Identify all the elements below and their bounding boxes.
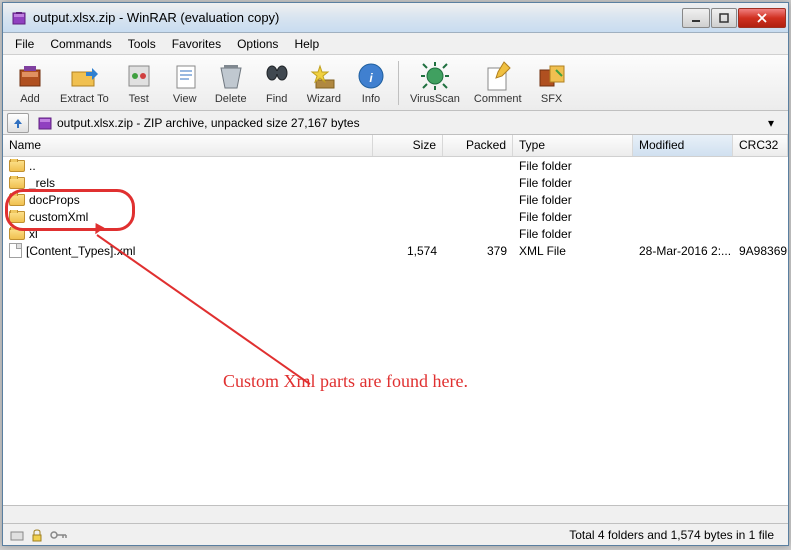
comment-button[interactable]: Comment	[467, 57, 529, 109]
find-button[interactable]: Find	[254, 57, 300, 109]
extract-button[interactable]: Extract To	[53, 57, 116, 109]
file-list[interactable]: Name Size Packed Type Modified CRC32 .. …	[3, 135, 788, 505]
list-item[interactable]: xl File folder	[3, 225, 788, 242]
list-item[interactable]: customXml File folder	[3, 208, 788, 225]
menu-tools[interactable]: Tools	[120, 35, 164, 53]
statusbar: Total 4 folders and 1,574 bytes in 1 fil…	[3, 523, 788, 545]
menu-options[interactable]: Options	[229, 35, 286, 53]
app-icon	[11, 10, 27, 26]
delete-button[interactable]: Delete	[208, 57, 254, 109]
comment-label: Comment	[474, 93, 522, 105]
find-icon	[261, 60, 293, 92]
folder-icon	[9, 228, 25, 240]
comment-icon	[482, 60, 514, 92]
folder-icon	[9, 177, 25, 189]
folder-icon	[9, 160, 25, 172]
folder-icon	[9, 211, 25, 223]
info-icon: i	[355, 60, 387, 92]
list-item[interactable]: _rels File folder	[3, 174, 788, 191]
close-button[interactable]	[738, 8, 786, 28]
minimize-button[interactable]	[682, 8, 710, 28]
list-item[interactable]: .. File folder	[3, 157, 788, 174]
annotation-text: Custom Xml parts are found here.	[223, 371, 468, 392]
extract-icon	[68, 60, 100, 92]
info-button[interactable]: i Info	[348, 57, 394, 109]
add-label: Add	[20, 93, 40, 105]
folder-icon	[9, 194, 25, 206]
titlebar[interactable]: output.xlsx.zip - WinRAR (evaluation cop…	[3, 3, 788, 33]
view-label: View	[173, 93, 197, 105]
pathbar: output.xlsx.zip - ZIP archive, unpacked …	[3, 111, 788, 135]
wizard-icon	[308, 60, 340, 92]
delete-label: Delete	[215, 93, 247, 105]
view-icon	[169, 60, 201, 92]
path-display[interactable]: output.xlsx.zip - ZIP archive, unpacked …	[33, 115, 764, 131]
menubar: File Commands Tools Favorites Options He…	[3, 33, 788, 55]
list-item[interactable]: docProps File folder	[3, 191, 788, 208]
window-controls	[681, 8, 786, 28]
menu-commands[interactable]: Commands	[42, 35, 119, 53]
info-label: Info	[362, 93, 380, 105]
virusscan-label: VirusScan	[410, 93, 460, 105]
col-name[interactable]: Name	[3, 135, 373, 156]
list-body: .. File folder _rels File folder docProp…	[3, 157, 788, 259]
column-headers: Name Size Packed Type Modified CRC32	[3, 135, 788, 157]
menu-help[interactable]: Help	[286, 35, 327, 53]
add-icon	[14, 60, 46, 92]
wizard-label: Wizard	[307, 93, 341, 105]
toolbar-separator	[398, 61, 399, 105]
menu-favorites[interactable]: Favorites	[164, 35, 229, 53]
test-label: Test	[129, 93, 149, 105]
sfx-label: SFX	[541, 93, 562, 105]
col-type[interactable]: Type	[513, 135, 633, 156]
wizard-button[interactable]: Wizard	[300, 57, 348, 109]
virusscan-icon	[419, 60, 451, 92]
col-packed[interactable]: Packed	[443, 135, 513, 156]
status-icon	[9, 528, 25, 542]
virusscan-button[interactable]: VirusScan	[403, 57, 467, 109]
test-button[interactable]: Test	[116, 57, 162, 109]
col-size[interactable]: Size	[373, 135, 443, 156]
sfx-button[interactable]: SFX	[529, 57, 575, 109]
test-icon	[123, 60, 155, 92]
archive-icon	[37, 115, 53, 131]
lock-icon	[29, 528, 45, 542]
path-text: output.xlsx.zip - ZIP archive, unpacked …	[57, 116, 360, 130]
status-icons	[9, 528, 69, 542]
add-button[interactable]: Add	[7, 57, 53, 109]
menu-file[interactable]: File	[7, 35, 42, 53]
key-icon	[49, 528, 69, 542]
find-label: Find	[266, 93, 287, 105]
winrar-window: output.xlsx.zip - WinRAR (evaluation cop…	[2, 2, 789, 546]
col-crc[interactable]: CRC32	[733, 135, 788, 156]
sfx-icon	[536, 60, 568, 92]
list-item[interactable]: [Content_Types].xml 1,574 379 XML File 2…	[3, 242, 788, 259]
maximize-button[interactable]	[711, 8, 737, 28]
toolbar: Add Extract To Test View Delete Find Wiz…	[3, 55, 788, 111]
col-modified[interactable]: Modified	[633, 135, 733, 156]
window-title: output.xlsx.zip - WinRAR (evaluation cop…	[33, 10, 681, 25]
extract-label: Extract To	[60, 93, 109, 105]
status-text: Total 4 folders and 1,574 bytes in 1 fil…	[69, 528, 782, 542]
file-icon	[9, 243, 22, 258]
delete-icon	[215, 60, 247, 92]
bottom-bar	[3, 505, 788, 523]
view-button[interactable]: View	[162, 57, 208, 109]
up-button[interactable]	[7, 113, 29, 133]
path-dropdown[interactable]: ▾	[768, 116, 784, 130]
